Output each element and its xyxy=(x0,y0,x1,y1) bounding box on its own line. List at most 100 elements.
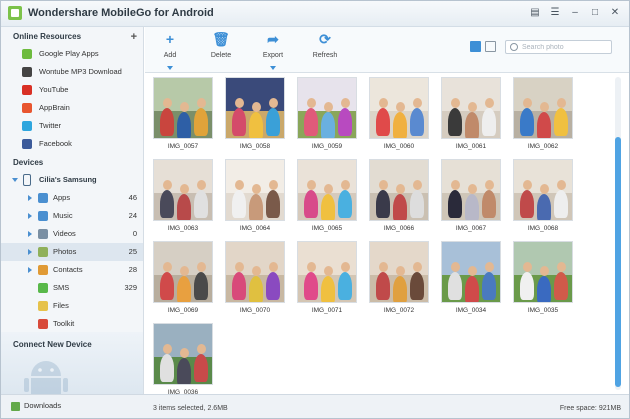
photo-image[interactable] xyxy=(513,241,573,303)
photo-thumbnail[interactable]: IMG_0070 xyxy=(223,241,287,321)
photo-image[interactable] xyxy=(441,77,501,139)
search-input[interactable] xyxy=(522,42,610,52)
photo-image[interactable] xyxy=(297,77,357,139)
refresh-button[interactable]: ⟳ Refresh xyxy=(305,30,345,59)
connect-new-device[interactable]: Connect New Device xyxy=(1,332,143,394)
mp3-download-icon xyxy=(22,67,32,77)
photo-image[interactable] xyxy=(369,241,429,303)
sidebar-device-item-sms[interactable]: SMS 329 xyxy=(1,279,143,297)
sidebar-device-label: Toolkit xyxy=(53,319,75,328)
close-icon[interactable]: ✕ xyxy=(609,7,621,19)
maximize-icon[interactable]: □ xyxy=(589,7,601,19)
photo-thumbnail[interactable]: IMG_0034 xyxy=(439,241,503,321)
sidebar-resource-label: Twitter xyxy=(39,121,62,130)
scrollbar-thumb[interactable] xyxy=(615,137,621,387)
add-button[interactable]: + Add xyxy=(150,30,190,70)
photo-caption: IMG_0069 xyxy=(167,307,199,314)
photo-thumbnail[interactable]: IMG_0066 xyxy=(367,159,431,239)
youtube-icon xyxy=(22,85,32,95)
photo-thumbnail[interactable]: IMG_0063 xyxy=(151,159,215,239)
expand-arrow-icon[interactable] xyxy=(28,267,32,273)
twitter-icon xyxy=(22,121,32,131)
photo-thumbnail[interactable]: IMG_0057 xyxy=(151,77,215,157)
photo-image[interactable] xyxy=(369,159,429,221)
sidebar-resource-item[interactable]: AppBrain xyxy=(1,99,143,117)
add-dropdown-icon[interactable] xyxy=(167,66,173,70)
menu-icon[interactable]: ☰ xyxy=(549,7,561,19)
delete-button[interactable]: 🗑 Delete xyxy=(201,30,241,59)
app-logo-icon xyxy=(8,6,22,20)
photo-image[interactable] xyxy=(153,323,213,385)
sidebar-resource-item[interactable]: Facebook xyxy=(1,135,143,153)
photo-image[interactable] xyxy=(297,159,357,221)
sidebar-device-item-toolkit[interactable]: Toolkit xyxy=(1,315,143,333)
item-count: 0 xyxy=(132,229,137,238)
photo-thumbnail[interactable]: IMG_0058 xyxy=(223,77,287,157)
item-count: 46 xyxy=(128,193,137,202)
photo-image[interactable] xyxy=(441,159,501,221)
add-resource-icon[interactable]: + xyxy=(131,29,137,45)
photo-image[interactable] xyxy=(225,241,285,303)
expand-arrow-icon[interactable] xyxy=(28,213,32,219)
expand-arrow-icon[interactable] xyxy=(28,195,32,201)
photo-thumbnail[interactable]: IMG_0072 xyxy=(367,241,431,321)
sidebar-resource-item[interactable]: Wontube MP3 Download xyxy=(1,63,143,81)
photo-thumbnail[interactable]: IMG_0060 xyxy=(367,77,431,157)
export-dropdown-icon[interactable] xyxy=(270,66,276,70)
photo-thumbnail[interactable]: IMG_0035 xyxy=(511,241,575,321)
scrollbar[interactable] xyxy=(615,77,621,390)
photo-caption: IMG_0059 xyxy=(311,143,343,150)
photo-image[interactable] xyxy=(225,159,285,221)
photo-thumbnail[interactable]: IMG_0069 xyxy=(151,241,215,321)
sidebar-resource-item[interactable]: Twitter xyxy=(1,117,143,135)
photo-thumbnail[interactable]: IMG_0061 xyxy=(439,77,503,157)
sidebar-device-item-photos[interactable]: Photos 25 xyxy=(1,243,143,261)
photo-thumbnail[interactable]: IMG_0036 xyxy=(151,323,215,394)
sidebar-device-label: Files xyxy=(53,301,69,310)
photo-image[interactable] xyxy=(153,77,213,139)
minimize-icon[interactable]: – xyxy=(569,7,581,19)
files-icon xyxy=(38,301,48,311)
phone-icon xyxy=(23,174,31,186)
toolbar: + Add 🗑 Delete ➦ Export ⟳ Refresh xyxy=(145,27,629,73)
sidebar-device-item-contacts[interactable]: Contacts 28 xyxy=(1,261,143,279)
photo-thumbnail[interactable]: IMG_0071 xyxy=(295,241,359,321)
status-bar: Downloads 3 items selected, 2.6MB Free s… xyxy=(1,394,629,418)
expand-arrow-icon[interactable] xyxy=(28,249,32,255)
photo-image[interactable] xyxy=(369,77,429,139)
photo-thumbnail[interactable]: IMG_0059 xyxy=(295,77,359,157)
photo-image[interactable] xyxy=(513,77,573,139)
export-button[interactable]: ➦ Export xyxy=(253,30,293,70)
sidebar-resource-item[interactable]: YouTube xyxy=(1,81,143,99)
photo-image[interactable] xyxy=(225,77,285,139)
photo-caption: IMG_0065 xyxy=(311,225,343,232)
add-icon: + xyxy=(165,31,175,47)
photo-thumbnail[interactable]: IMG_0062 xyxy=(511,77,575,157)
grid-view-icon[interactable] xyxy=(470,41,481,52)
photo-thumbnail[interactable]: IMG_0064 xyxy=(223,159,287,239)
expand-arrow-icon[interactable] xyxy=(12,178,18,182)
photo-image[interactable] xyxy=(297,241,357,303)
photo-image[interactable] xyxy=(441,241,501,303)
expand-arrow-icon[interactable] xyxy=(28,231,32,237)
photo-thumbnail[interactable]: IMG_0067 xyxy=(439,159,503,239)
sidebar-device-item-apps[interactable]: Apps 46 xyxy=(1,189,143,207)
photo-thumbnail[interactable]: IMG_0065 xyxy=(295,159,359,239)
downloads-link[interactable]: Downloads xyxy=(24,401,61,410)
photo-image[interactable] xyxy=(153,241,213,303)
photo-caption: IMG_0072 xyxy=(383,307,415,314)
sidebar-resource-item[interactable]: Google Play Apps xyxy=(1,45,143,63)
device-name: Cilia's Samsung xyxy=(39,175,97,184)
device-item[interactable]: Cilia's Samsung xyxy=(1,171,143,189)
sidebar-device-item-videos[interactable]: Videos 0 xyxy=(1,225,143,243)
list-view-icon[interactable] xyxy=(485,41,496,52)
app-title: Wondershare MobileGo for Android xyxy=(28,7,214,19)
photo-image[interactable] xyxy=(513,159,573,221)
connect-label: Connect New Device xyxy=(13,340,92,349)
feedback-icon[interactable]: ▤ xyxy=(529,7,541,19)
sidebar-device-item-files[interactable]: Files xyxy=(1,297,143,315)
photo-image[interactable] xyxy=(153,159,213,221)
sidebar-device-item-music[interactable]: Music 24 xyxy=(1,207,143,225)
photo-thumbnail[interactable]: IMG_0068 xyxy=(511,159,575,239)
item-count: 24 xyxy=(128,211,137,220)
